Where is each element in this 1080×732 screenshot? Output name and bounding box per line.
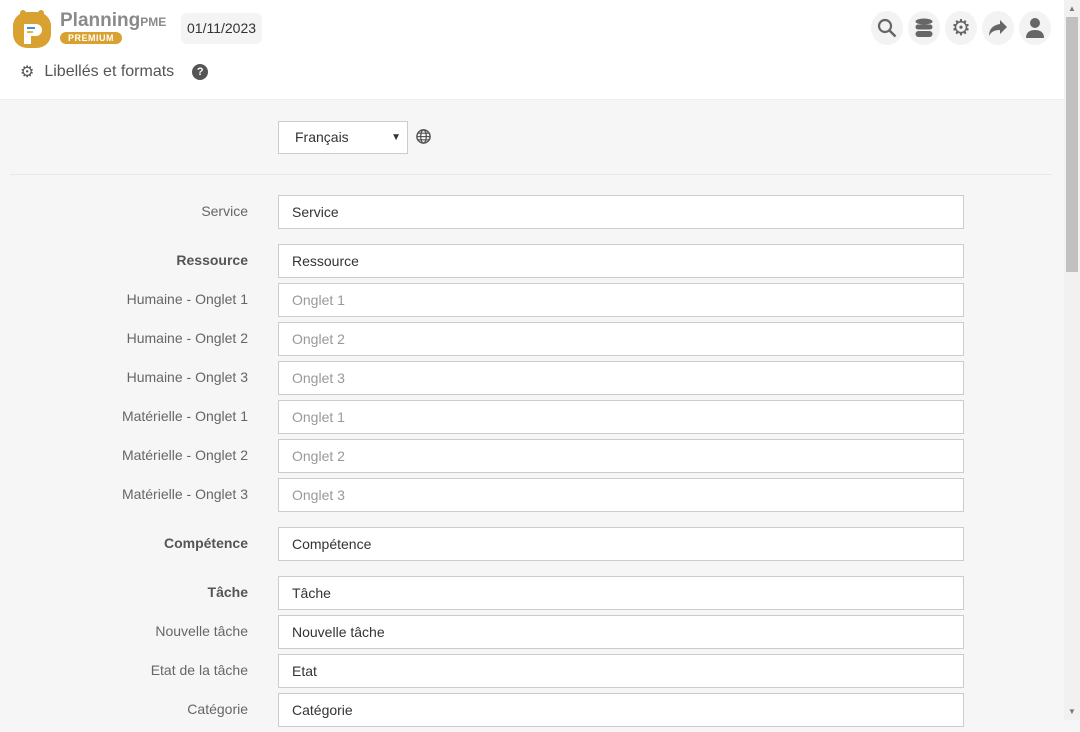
share-icon — [989, 20, 1007, 36]
form-row: Tâche Tâche — [0, 576, 1064, 610]
database-button[interactable] — [908, 11, 940, 45]
field-label: Humaine - Onglet 2 — [126, 330, 248, 346]
field-label: Tâche — [207, 584, 248, 600]
chevron-down-icon: ▼ — [391, 132, 401, 143]
search-icon — [877, 18, 897, 38]
database-icon — [915, 18, 933, 37]
label-input[interactable]: Onglet 2 — [278, 439, 964, 473]
form-row: Nouvelle tâche Nouvelle tâche — [0, 615, 1064, 649]
field-label: Matérielle - Onglet 3 — [121, 486, 248, 502]
search-button[interactable] — [871, 11, 903, 45]
field-label: Ressource — [176, 252, 248, 268]
header: PlanningPME PREMIUM 01/11/2023 ⚙ ⚙ Libel… — [0, 0, 1064, 100]
scrollbar[interactable]: ▲ ▼ — [1064, 0, 1080, 720]
label-input[interactable]: Onglet 1 — [278, 283, 964, 317]
planningpme-logo — [13, 10, 51, 48]
scrollbar-thumb[interactable] — [1066, 17, 1078, 272]
label-input[interactable]: Nouvelle tâche — [278, 615, 964, 649]
share-button[interactable] — [982, 11, 1014, 45]
form-row: Humaine - Onglet 1 Onglet 1 — [0, 283, 1064, 317]
premium-badge: PREMIUM — [60, 32, 122, 44]
label-input[interactable]: Etat — [278, 654, 964, 688]
brand-name: PlanningPME — [60, 10, 167, 31]
help-icon[interactable]: ? — [192, 64, 209, 80]
field-label: Etat de la tâche — [150, 662, 248, 678]
gear-icon: ⚙ — [20, 64, 35, 81]
form-row: Matérielle - Onglet 1 Onglet 1 — [0, 400, 1064, 434]
label-input[interactable]: Onglet 3 — [278, 361, 964, 395]
divider — [10, 174, 1052, 175]
scroll-down-icon[interactable]: ▼ — [1068, 707, 1076, 716]
field-label: Catégorie — [187, 701, 248, 717]
user-button[interactable] — [1019, 11, 1051, 45]
gear-icon: ⚙ — [951, 15, 971, 40]
field-label: Nouvelle tâche — [155, 623, 248, 639]
field-label: Humaine - Onglet 1 — [126, 291, 248, 307]
label-input[interactable]: Ressource — [278, 244, 964, 278]
user-icon — [1026, 18, 1044, 38]
field-label: Matérielle - Onglet 1 — [121, 408, 248, 424]
field-label: Humaine - Onglet 3 — [126, 369, 248, 385]
globe-icon[interactable] — [416, 129, 431, 144]
label-input[interactable]: Tâche — [278, 576, 964, 610]
label-input[interactable]: Onglet 1 — [278, 400, 964, 434]
form-row: Service Service — [0, 195, 1064, 229]
page-title: ⚙ Libellés et formats ? — [20, 62, 209, 82]
label-input[interactable]: Onglet 3 — [278, 478, 964, 512]
form-row: Matérielle - Onglet 3 Onglet 3 — [0, 478, 1064, 512]
form-row: Humaine - Onglet 3 Onglet 3 — [0, 361, 1064, 395]
scroll-up-icon[interactable]: ▲ — [1068, 4, 1076, 13]
form-row: Humaine - Onglet 2 Onglet 2 — [0, 322, 1064, 356]
labels-form: Service Service Ressource Ressource Humaine … — [0, 195, 1064, 732]
field-label: Service — [201, 203, 248, 219]
form-row: Compétence Compétence — [0, 527, 1064, 561]
form-row: Matérielle - Onglet 2 Onglet 2 — [0, 439, 1064, 473]
label-input[interactable]: Compétence — [278, 527, 964, 561]
form-row: Ressource Ressource — [0, 244, 1064, 278]
field-label: Matérielle - Onglet 2 — [121, 447, 248, 463]
form-row: Etat de la tâche Etat — [0, 654, 1064, 688]
label-input[interactable]: Catégorie — [278, 693, 964, 727]
label-input[interactable]: Onglet 2 — [278, 322, 964, 356]
label-input[interactable]: Service — [278, 195, 964, 229]
language-select[interactable]: Français ▼ — [278, 121, 408, 154]
settings-button[interactable]: ⚙ — [945, 11, 977, 45]
field-label: Compétence — [163, 535, 248, 551]
form-row: Catégorie Catégorie — [0, 693, 1064, 727]
date-display[interactable]: 01/11/2023 — [181, 13, 263, 44]
